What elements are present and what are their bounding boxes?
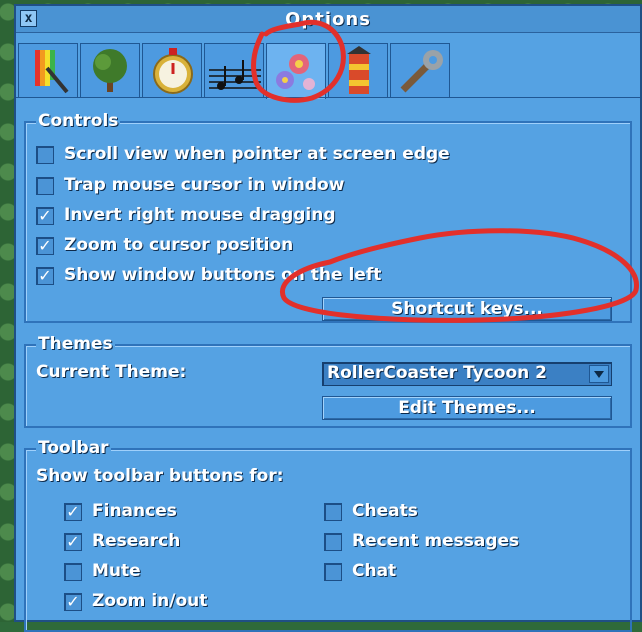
option-label: Cheats (352, 501, 418, 521)
display-tab-icon (35, 50, 69, 94)
checkbox[interactable]: ✓ (64, 533, 82, 551)
tab-controls[interactable] (266, 43, 326, 99)
option-label: Chat (352, 561, 397, 581)
controls-flower-tab-icon (276, 54, 315, 90)
tab-misc[interactable] (328, 43, 388, 97)
tree-tab-icon (93, 49, 127, 92)
option-label: Show window buttons on the left (64, 265, 382, 285)
checkbox[interactable] (36, 146, 54, 164)
option-label: Finances (92, 501, 177, 521)
shortcut-keys-button[interactable]: Shortcut keys... (322, 297, 612, 321)
option-label: Mute (92, 561, 141, 581)
option-label: Research (92, 531, 181, 551)
option-label: Scroll view when pointer at screen edge (64, 144, 450, 164)
tab-landscape[interactable] (80, 43, 140, 97)
theme-dropdown[interactable]: RollerCoaster Tycoon 2 (322, 362, 612, 386)
window-title: Options (285, 9, 371, 30)
tab-music[interactable] (204, 43, 264, 97)
option-label: Zoom in/out (92, 591, 208, 611)
chevron-down-icon[interactable] (589, 365, 609, 383)
checkbox[interactable]: ✓ (36, 237, 54, 255)
controls-group: Controls Scroll view when pointer at scr… (24, 111, 632, 323)
theme-dropdown-value: RollerCoaster Tycoon 2 (327, 363, 547, 383)
toolbar-group: Toolbar Show toolbar buttons for: ✓ Fina… (24, 438, 632, 632)
checkbox[interactable]: ✓ (36, 267, 54, 285)
tab-divider (16, 97, 640, 98)
edit-themes-button[interactable]: Edit Themes... (322, 396, 612, 420)
checkbox[interactable]: ✓ (64, 593, 82, 611)
checkbox[interactable] (324, 503, 342, 521)
wrench-tab-icon (400, 50, 443, 93)
checkbox[interactable]: ✓ (64, 503, 82, 521)
lighthouse-tab-icon (347, 46, 371, 94)
option-label: Invert right mouse dragging (64, 205, 336, 225)
toolbar-group-title: Toolbar (36, 438, 111, 458)
checkbox[interactable]: ✓ (36, 207, 54, 225)
tab-advanced[interactable] (390, 43, 450, 97)
option-label: Zoom to cursor position (64, 235, 294, 255)
stopwatch-tab-icon (153, 48, 193, 94)
toolbar-subtitle: Show toolbar buttons for: (36, 466, 284, 486)
option-label: Recent messages (352, 531, 520, 551)
current-theme-label: Current Theme: (36, 362, 187, 382)
themes-group-title: Themes (36, 334, 115, 354)
checkbox[interactable] (324, 533, 342, 551)
checkbox[interactable] (64, 563, 82, 581)
checkbox[interactable] (324, 563, 342, 581)
option-label: Trap mouse cursor in window (64, 175, 345, 195)
music-tab-icon (209, 60, 261, 90)
tab-stopwatch[interactable] (142, 43, 202, 97)
checkbox[interactable] (36, 177, 54, 195)
options-window: x Options Controls Scroll view when poin… (14, 4, 642, 632)
title-bar[interactable]: x Options (16, 6, 640, 33)
controls-group-title: Controls (36, 111, 121, 131)
tab-display[interactable] (18, 43, 78, 97)
themes-group: Themes Current Theme: RollerCoaster Tyco… (24, 334, 632, 428)
